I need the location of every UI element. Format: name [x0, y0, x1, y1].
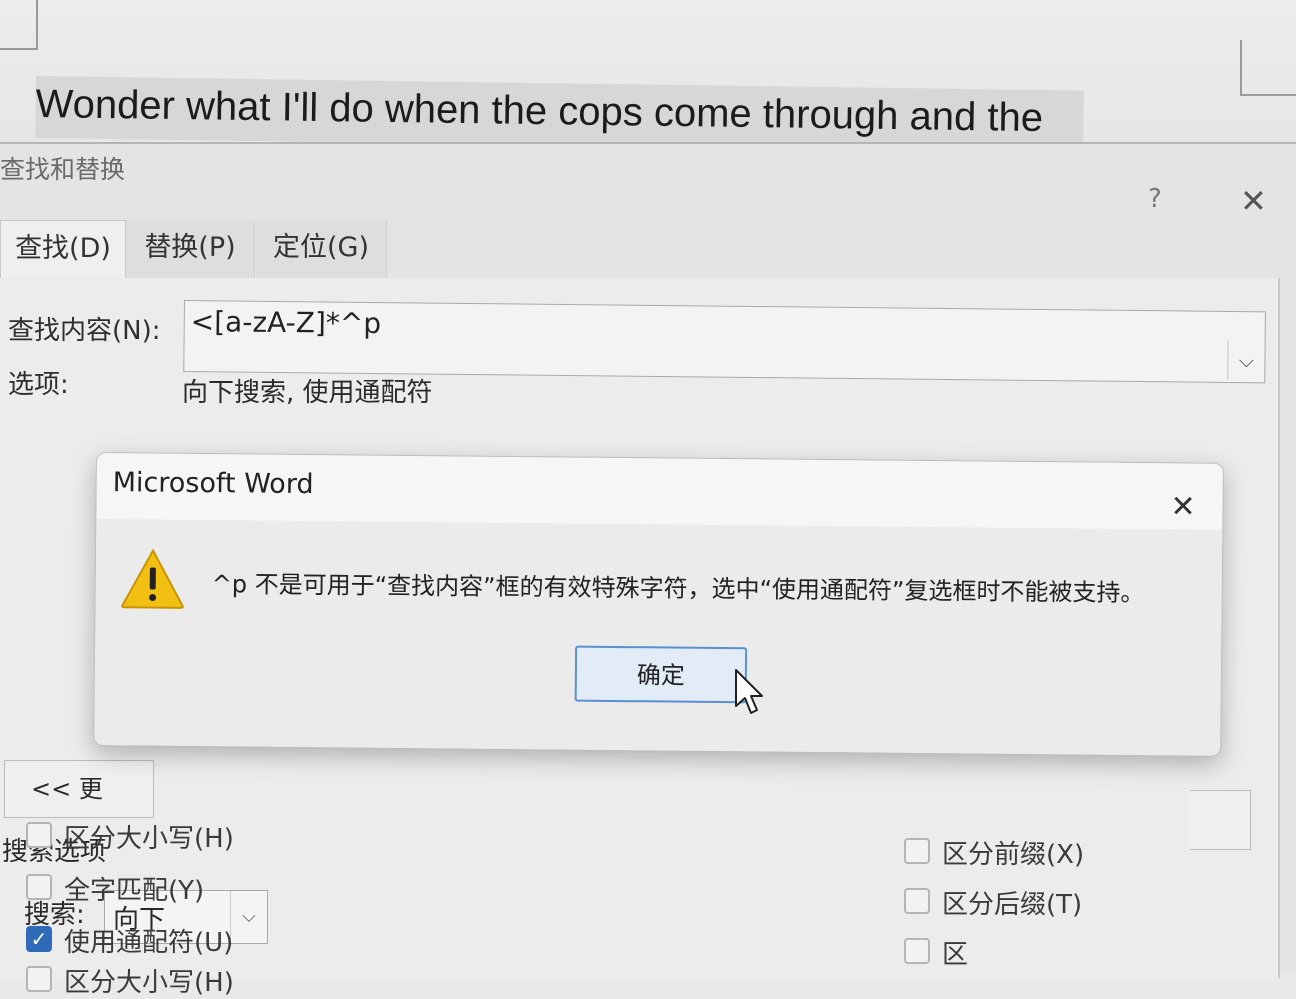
- close-icon[interactable]: ✕: [1240, 182, 1267, 220]
- alert-message: ^p 不是可用于“查找内容”框的有效特殊字符，选中“使用通配符”复选框时不能被支…: [211, 570, 1145, 608]
- alert-dialog: Microsoft Word ✕ ^p 不是可用于“查找内容”框的有效特殊字符，…: [93, 452, 1224, 757]
- find-label: 查找内容(N):: [8, 316, 161, 346]
- checkbox-label: 区分前缀(X): [942, 840, 1085, 870]
- chevron-down-icon[interactable]: ⌵: [1227, 339, 1265, 381]
- more-button[interactable]: << 更: [4, 760, 154, 818]
- tab-goto[interactable]: 定位(G): [256, 220, 387, 278]
- checkbox-icon[interactable]: [26, 874, 52, 900]
- checkbox-label: 使用通配符(U): [64, 928, 234, 958]
- checkbox-icon[interactable]: [26, 966, 52, 992]
- dialog-title: 查找和替换: [0, 155, 126, 184]
- options-label: 选项:: [8, 370, 69, 400]
- checkbox-icon[interactable]: [26, 822, 52, 848]
- options-value: 向下搜索, 使用通配符: [182, 378, 433, 408]
- tab-replace[interactable]: 替换(P): [126, 220, 255, 278]
- find-input[interactable]: <[a-zA-Z]*^p ⌵: [183, 300, 1266, 384]
- tab-find[interactable]: 查找(D): [0, 220, 126, 279]
- help-button[interactable]: ?: [1148, 184, 1162, 214]
- page-corner-mark: [1240, 40, 1296, 96]
- warning-icon: [121, 548, 184, 609]
- alert-title: Microsoft Word: [112, 467, 314, 501]
- find-input-value: <[a-zA-Z]*^p: [190, 305, 382, 341]
- checkbox-label: 区分大小写(H): [64, 824, 234, 854]
- document-area: Wonder what I'll do when the cops come t…: [0, 0, 1296, 153]
- checkbox-label: 区: [942, 940, 969, 970]
- mouse-cursor-icon: [735, 669, 763, 714]
- ok-button[interactable]: 确定: [574, 645, 748, 704]
- page-corner-mark: [0, 0, 38, 50]
- close-icon[interactable]: ✕: [1170, 489, 1195, 524]
- checkbox-label: 全字匹配(Y): [64, 876, 205, 906]
- checkbox-label: 区分后缀(T): [942, 890, 1083, 920]
- alert-body: ^p 不是可用于“查找内容”框的有效特殊字符，选中“使用通配符”复选框时不能被支…: [94, 519, 1223, 756]
- chevron-down-icon[interactable]: ⌵: [230, 891, 267, 943]
- checkbox-icon[interactable]: [904, 888, 930, 914]
- checkbox-icon[interactable]: [904, 938, 930, 964]
- alert-titlebar: Microsoft Word ✕: [96, 453, 1223, 530]
- button-edge[interactable]: [1190, 790, 1251, 850]
- checkmark-icon[interactable]: ✓: [26, 926, 52, 952]
- checkbox-label: 区分大小写(H): [64, 968, 234, 998]
- checkbox-icon[interactable]: [904, 838, 930, 864]
- tab-bar: 查找(D) 替换(P) 定位(G): [0, 220, 390, 279]
